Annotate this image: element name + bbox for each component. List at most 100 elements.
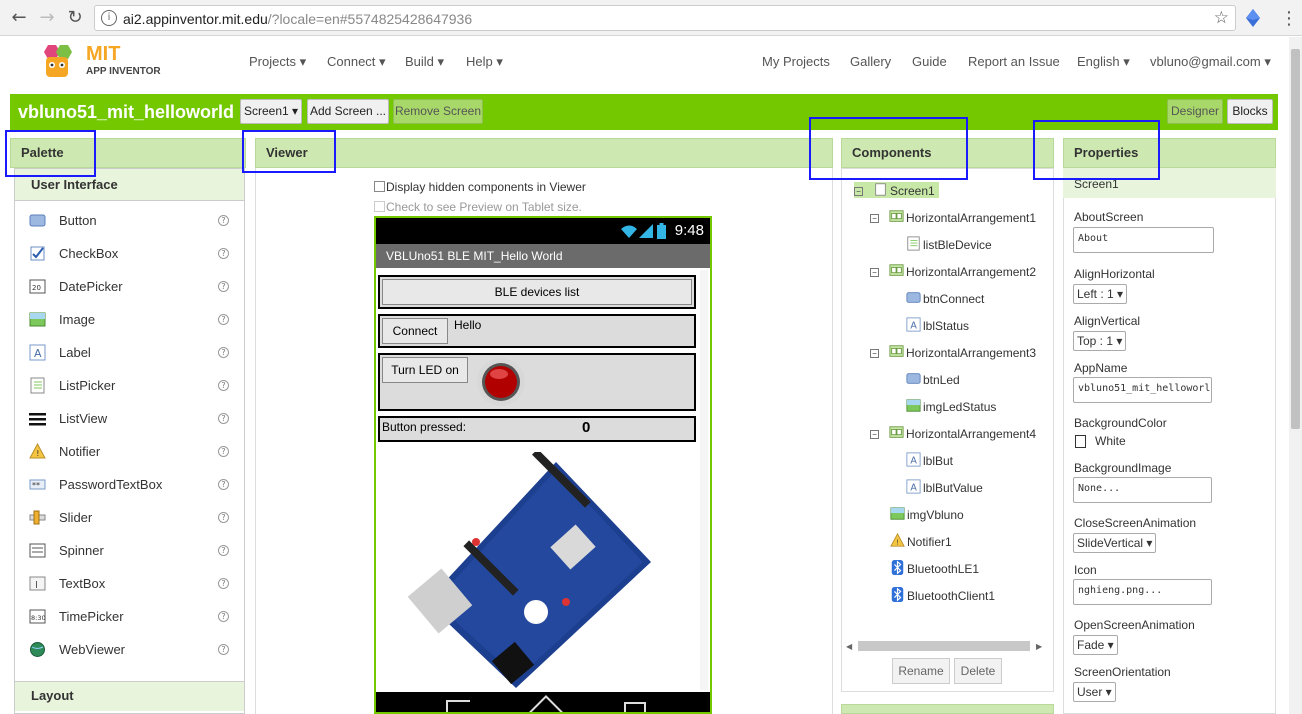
recents-icon[interactable] [624,702,646,712]
page-scrollbar[interactable] [1289,37,1302,714]
menu-help[interactable]: Help ▾ [466,54,503,70]
palette-item-checkbox[interactable]: CheckBox? [15,240,244,268]
tree-node-notifier1[interactable]: ! Notifier1 [890,532,952,549]
tree-node-horizontalarrangement2[interactable]: − HorizontalArrangement2 [870,263,1036,279]
help-icon[interactable]: ? [218,545,229,556]
phone-scrollbar[interactable] [700,270,708,690]
tablet-preview-checkbox[interactable]: Check to see Preview on Tablet size. [374,200,582,214]
menu-guide[interactable]: Guide [912,54,947,69]
home-icon[interactable] [529,695,563,712]
tree-node-lblbutvalue[interactable]: AlblButValue [906,479,983,495]
help-icon[interactable]: ? [218,512,229,523]
help-icon[interactable]: ? [218,611,229,622]
background-image-input[interactable]: None... [1073,477,1212,503]
checkbox-box[interactable] [374,181,385,192]
remove-screen-button[interactable]: Remove Screen [393,99,483,124]
menu-projects[interactable]: Projects ▾ [249,54,306,70]
palette-item-slider[interactable]: Slider? [15,504,244,532]
collapse-toggle-icon[interactable]: − [870,214,879,223]
menu-gallery[interactable]: Gallery [850,54,891,69]
help-icon[interactable]: ? [218,314,229,325]
align-horizontal-select[interactable]: Left : 1 ▾ [1073,284,1128,304]
tree-node-lblbut[interactable]: AlblBut [906,452,953,468]
icon-input[interactable]: nghieng.png... [1073,579,1212,605]
tree-node-horizontalarrangement1[interactable]: − HorizontalArrangement1 [870,209,1036,225]
palette-item-label[interactable]: A Label? [15,339,244,367]
forward-arrow-icon[interactable]: → [36,7,58,29]
tree-node-btnled[interactable]: btnLed [906,371,960,387]
menu-account[interactable]: vbluno@gmail.com ▾ [1150,54,1271,70]
page-scroll-thumb[interactable] [1291,49,1300,429]
tree-node-lblstatus[interactable]: AlblStatus [906,317,969,333]
delete-button[interactable]: Delete [954,658,1002,684]
tree-node-bluetoothle1[interactable]: BluetoothLE1 [890,560,979,576]
collapse-toggle-icon[interactable]: − [870,430,879,439]
led-button[interactable]: Turn LED on [382,357,468,383]
palette-item-datepicker[interactable]: 20 DatePicker? [15,273,244,301]
about-screen-input[interactable]: About [1073,227,1214,253]
back-arrow-icon[interactable]: ← [8,7,30,29]
palette-item-image[interactable]: Image? [15,306,244,334]
help-icon[interactable]: ? [218,380,229,391]
display-hidden-checkbox[interactable]: Display hidden components in Viewer [374,180,586,194]
blocks-button[interactable]: Blocks [1227,99,1273,124]
horizontal-arrangement-1[interactable]: BLE devices list [378,275,696,309]
menu-connect[interactable]: Connect ▾ [327,54,386,70]
horizontal-arrangement-4[interactable]: Button pressed: 0 [378,416,696,442]
palette-item-spinner[interactable]: Spinner? [15,537,244,565]
palette-item-listpicker[interactable]: ListPicker? [15,372,244,400]
reload-icon[interactable]: ↻ [64,7,86,29]
palette-item-timepicker[interactable]: 8:30 TimePicker? [15,603,244,631]
address-bar[interactable]: i ai2.appinventor.mit.edu/?locale=en#557… [94,5,1236,31]
ble-devices-list-button[interactable]: BLE devices list [382,279,692,305]
app-inventor-logo[interactable]: MIT APP INVENTOR [38,41,178,85]
designer-button[interactable]: Designer [1167,99,1223,124]
add-screen-button[interactable]: Add Screen ... [307,99,389,124]
screen-select[interactable]: Screen1 ▾ [240,99,302,124]
palette-item-notifier[interactable]: ! Notifier? [15,438,244,466]
browser-menu-icon[interactable]: ⋮ [1280,8,1298,29]
components-hscroll[interactable]: ◀ ▶ [846,640,1044,652]
help-icon[interactable]: ? [218,578,229,589]
collapse-toggle-icon[interactable]: − [870,349,879,358]
help-icon[interactable]: ? [218,281,229,292]
palette-item-passwordtextbox[interactable]: ** PasswordTextBox? [15,471,244,499]
tree-node-imgvbluno[interactable]: imgVbluno [890,506,964,522]
help-icon[interactable]: ? [218,644,229,655]
tree-node-screen1[interactable]: − Screen1 [854,182,939,198]
tree-node-horizontalarrangement3[interactable]: − HorizontalArrangement3 [870,344,1036,360]
extension-icon[interactable] [1246,9,1260,27]
menu-language[interactable]: English ▾ [1077,54,1130,70]
background-color-value[interactable]: White [1095,434,1126,448]
help-icon[interactable]: ? [218,248,229,259]
menu-report-issue[interactable]: Report an Issue [968,54,1060,69]
color-swatch[interactable] [1075,435,1086,448]
menu-build[interactable]: Build ▾ [405,54,444,70]
info-icon[interactable]: i [101,10,117,26]
rename-button[interactable]: Rename [892,658,950,684]
align-vertical-select[interactable]: Top : 1 ▾ [1073,331,1127,351]
palette-section-layout[interactable]: Layout [15,681,244,711]
palette-item-textbox[interactable]: I TextBox? [15,570,244,598]
palette-item-button[interactable]: Button? [15,207,244,235]
palette-item-listview[interactable]: ListView? [15,405,244,433]
app-name-input[interactable]: vbluno51_mit_helloworld [1073,377,1212,403]
collapse-toggle-icon[interactable]: − [870,268,879,277]
close-animation-select[interactable]: SlideVertical ▾ [1073,533,1157,553]
open-animation-select[interactable]: Fade ▾ [1073,635,1118,655]
horizontal-arrangement-2[interactable]: Connect Hello [378,314,696,348]
menu-my-projects[interactable]: My Projects [762,54,830,69]
bookmark-star-icon[interactable]: ☆ [1214,8,1229,28]
back-icon[interactable] [446,700,470,712]
scroll-thumb[interactable] [858,641,1030,651]
help-icon[interactable]: ? [218,446,229,457]
collapse-toggle-icon[interactable]: − [854,187,863,196]
help-icon[interactable]: ? [218,479,229,490]
help-icon[interactable]: ? [218,347,229,358]
horizontal-arrangement-3[interactable]: Turn LED on [378,353,696,411]
tree-node-listbledevice[interactable]: listBleDevice [906,236,992,252]
screen-orientation-select[interactable]: User ▾ [1073,682,1116,702]
tree-node-imgledstatus[interactable]: imgLedStatus [906,398,996,414]
tree-node-bluetoothclient1[interactable]: BluetoothClient1 [890,587,995,603]
tree-node-horizontalarrangement4[interactable]: − HorizontalArrangement4 [870,425,1036,441]
